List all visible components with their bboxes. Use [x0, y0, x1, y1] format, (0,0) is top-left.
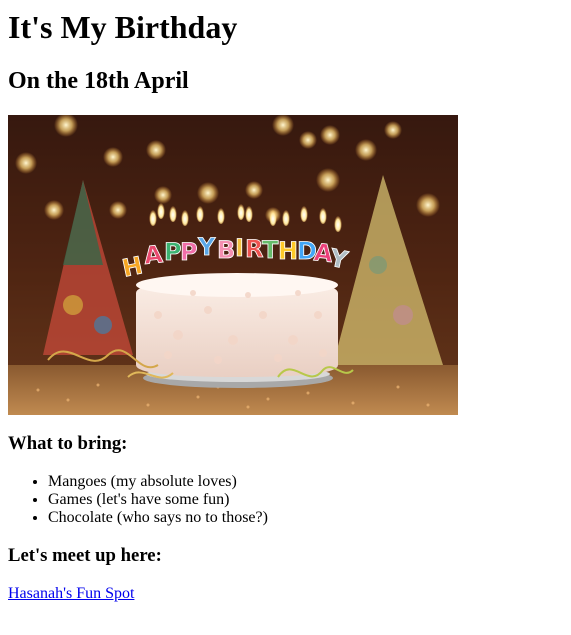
what-to-bring-heading: What to bring:: [8, 433, 128, 454]
location-paragraph: Hasanah's Fun Spot: [8, 585, 563, 603]
list-item: Mangoes (my absolute loves): [48, 473, 563, 491]
fun-spot-link[interactable]: Hasanah's Fun Spot: [8, 585, 134, 602]
page-title: It's My Birthday: [8, 9, 238, 45]
candle-letter: R: [245, 235, 263, 263]
page: It's My Birthday On the 18th April H A P…: [0, 0, 571, 603]
list-item: Games (let's have some fun): [48, 491, 563, 509]
birthday-cake-image: H A P P Y B I R T H D A Y: [8, 115, 458, 415]
bring-list: Mangoes (my absolute loves) Games (let's…: [8, 473, 563, 527]
candle-letter: T: [262, 236, 279, 264]
candle-letter: B: [217, 236, 235, 264]
page-subtitle: On the 18th April: [8, 68, 189, 94]
candle-letter: Y: [197, 233, 216, 261]
candle-letter: P: [164, 238, 182, 266]
candle-letter: H: [278, 237, 298, 265]
candle-letter: I: [235, 234, 244, 262]
candle-letter: P: [180, 238, 198, 266]
candle-letter: A: [143, 240, 165, 270]
list-item: Chocolate (who says no to those?): [48, 509, 563, 527]
meet-up-heading: Let's meet up here:: [8, 545, 162, 566]
